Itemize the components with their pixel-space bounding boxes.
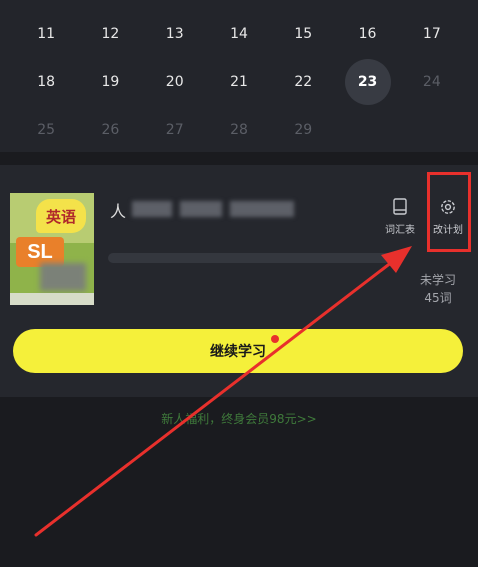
- calendar-day[interactable]: 16: [335, 9, 399, 59]
- calendar-day[interactable]: 14: [207, 9, 271, 59]
- calendar-day[interactable]: 25: [14, 105, 78, 155]
- book-title: 人: [110, 198, 300, 221]
- calendar-day-number: 14: [230, 26, 248, 42]
- calendar-day-number: 15: [294, 26, 313, 42]
- title-blur-mosaic: [180, 201, 222, 217]
- cover-bottom-band: [10, 293, 94, 305]
- calendar-day[interactable]: 27: [143, 105, 207, 155]
- calendar-day-number: 13: [165, 26, 184, 42]
- book-cover[interactable]: 英语 SL: [10, 193, 94, 305]
- calendar-day-number: 29: [294, 122, 313, 138]
- vocab-list-label: 词汇表: [385, 225, 415, 236]
- calendar-day-number: 24: [422, 74, 441, 90]
- calendar-day-number: 20: [165, 74, 184, 90]
- calendar-day-number: 21: [230, 74, 248, 90]
- calendar-day[interactable]: 26: [78, 105, 142, 155]
- unlearned-count: 45词: [424, 291, 452, 305]
- calendar-day-number: 28: [230, 122, 248, 138]
- calendar-day-number: 26: [101, 122, 120, 138]
- annotation-highlight-box: [427, 172, 471, 252]
- calendar-day[interactable]: 13: [143, 9, 207, 59]
- calendar-day[interactable]: 22: [271, 57, 335, 107]
- calendar-week-row: 11 12 13 14 15 16 17: [14, 9, 464, 59]
- vocab-list-button[interactable]: 词汇表: [380, 198, 420, 236]
- title-blur-mosaic: [132, 201, 172, 217]
- book-title-visible-char: 人: [110, 202, 127, 221]
- calendar-day[interactable]: 24: [400, 57, 464, 107]
- promo-link[interactable]: 新人福利，终身会员98元>>: [0, 410, 478, 427]
- calendar-panel: 11 12 13 14 15 16 17 18 19 20 21 22 23 24 25 26 27 28 29: [0, 0, 478, 152]
- book-icon: [393, 198, 407, 215]
- calendar-day[interactable]: 15: [271, 9, 335, 59]
- calendar-day[interactable]: 29: [271, 105, 335, 155]
- calendar-day-number: 11: [37, 26, 56, 42]
- calendar-week-row: 18 19 20 21 22 23 24: [14, 57, 464, 107]
- calendar-day-number: 17: [422, 26, 441, 42]
- calendar-day[interactable]: 19: [78, 57, 142, 107]
- calendar-day-number: 25: [37, 122, 56, 138]
- calendar-day-today[interactable]: 23: [335, 57, 399, 107]
- calendar-day[interactable]: 11: [14, 9, 78, 59]
- app-screen: 11 12 13 14 15 16 17 18 19 20 21 22 23 24 25 26 27 28 29…: [0, 0, 478, 567]
- calendar-day-number: 22: [294, 74, 313, 90]
- calendar-day[interactable]: 20: [143, 57, 207, 107]
- calendar-day-number: 27: [165, 122, 184, 138]
- continue-learning-button[interactable]: 继续学习: [13, 329, 463, 373]
- book-card[interactable]: 英语 SL 人 词汇表 改计划 未学习 45词 继续学习: [0, 165, 478, 397]
- calendar-day[interactable]: 18: [14, 57, 78, 107]
- unlearned-stats: 未学习 45词: [410, 271, 466, 307]
- cover-subject-badge: 英语: [36, 199, 86, 233]
- calendar-week-row: 25 26 27 28 29: [14, 105, 464, 155]
- calendar-day-number: 19: [101, 74, 120, 90]
- calendar-day[interactable]: 17: [400, 9, 464, 59]
- calendar-day[interactable]: 12: [78, 9, 142, 59]
- calendar-day-number: 12: [101, 26, 120, 42]
- calendar-day-number: 23: [344, 59, 391, 105]
- calendar-day[interactable]: 28: [207, 105, 271, 155]
- calendar-day-number: 16: [358, 26, 377, 42]
- calendar-day-number: 18: [37, 74, 56, 90]
- calendar-day[interactable]: 21: [207, 57, 271, 107]
- cover-blurred-illustration: [40, 263, 86, 291]
- unlearned-label: 未学习: [419, 273, 456, 287]
- study-progress-bar: [108, 253, 404, 263]
- title-blur-mosaic: [230, 201, 294, 217]
